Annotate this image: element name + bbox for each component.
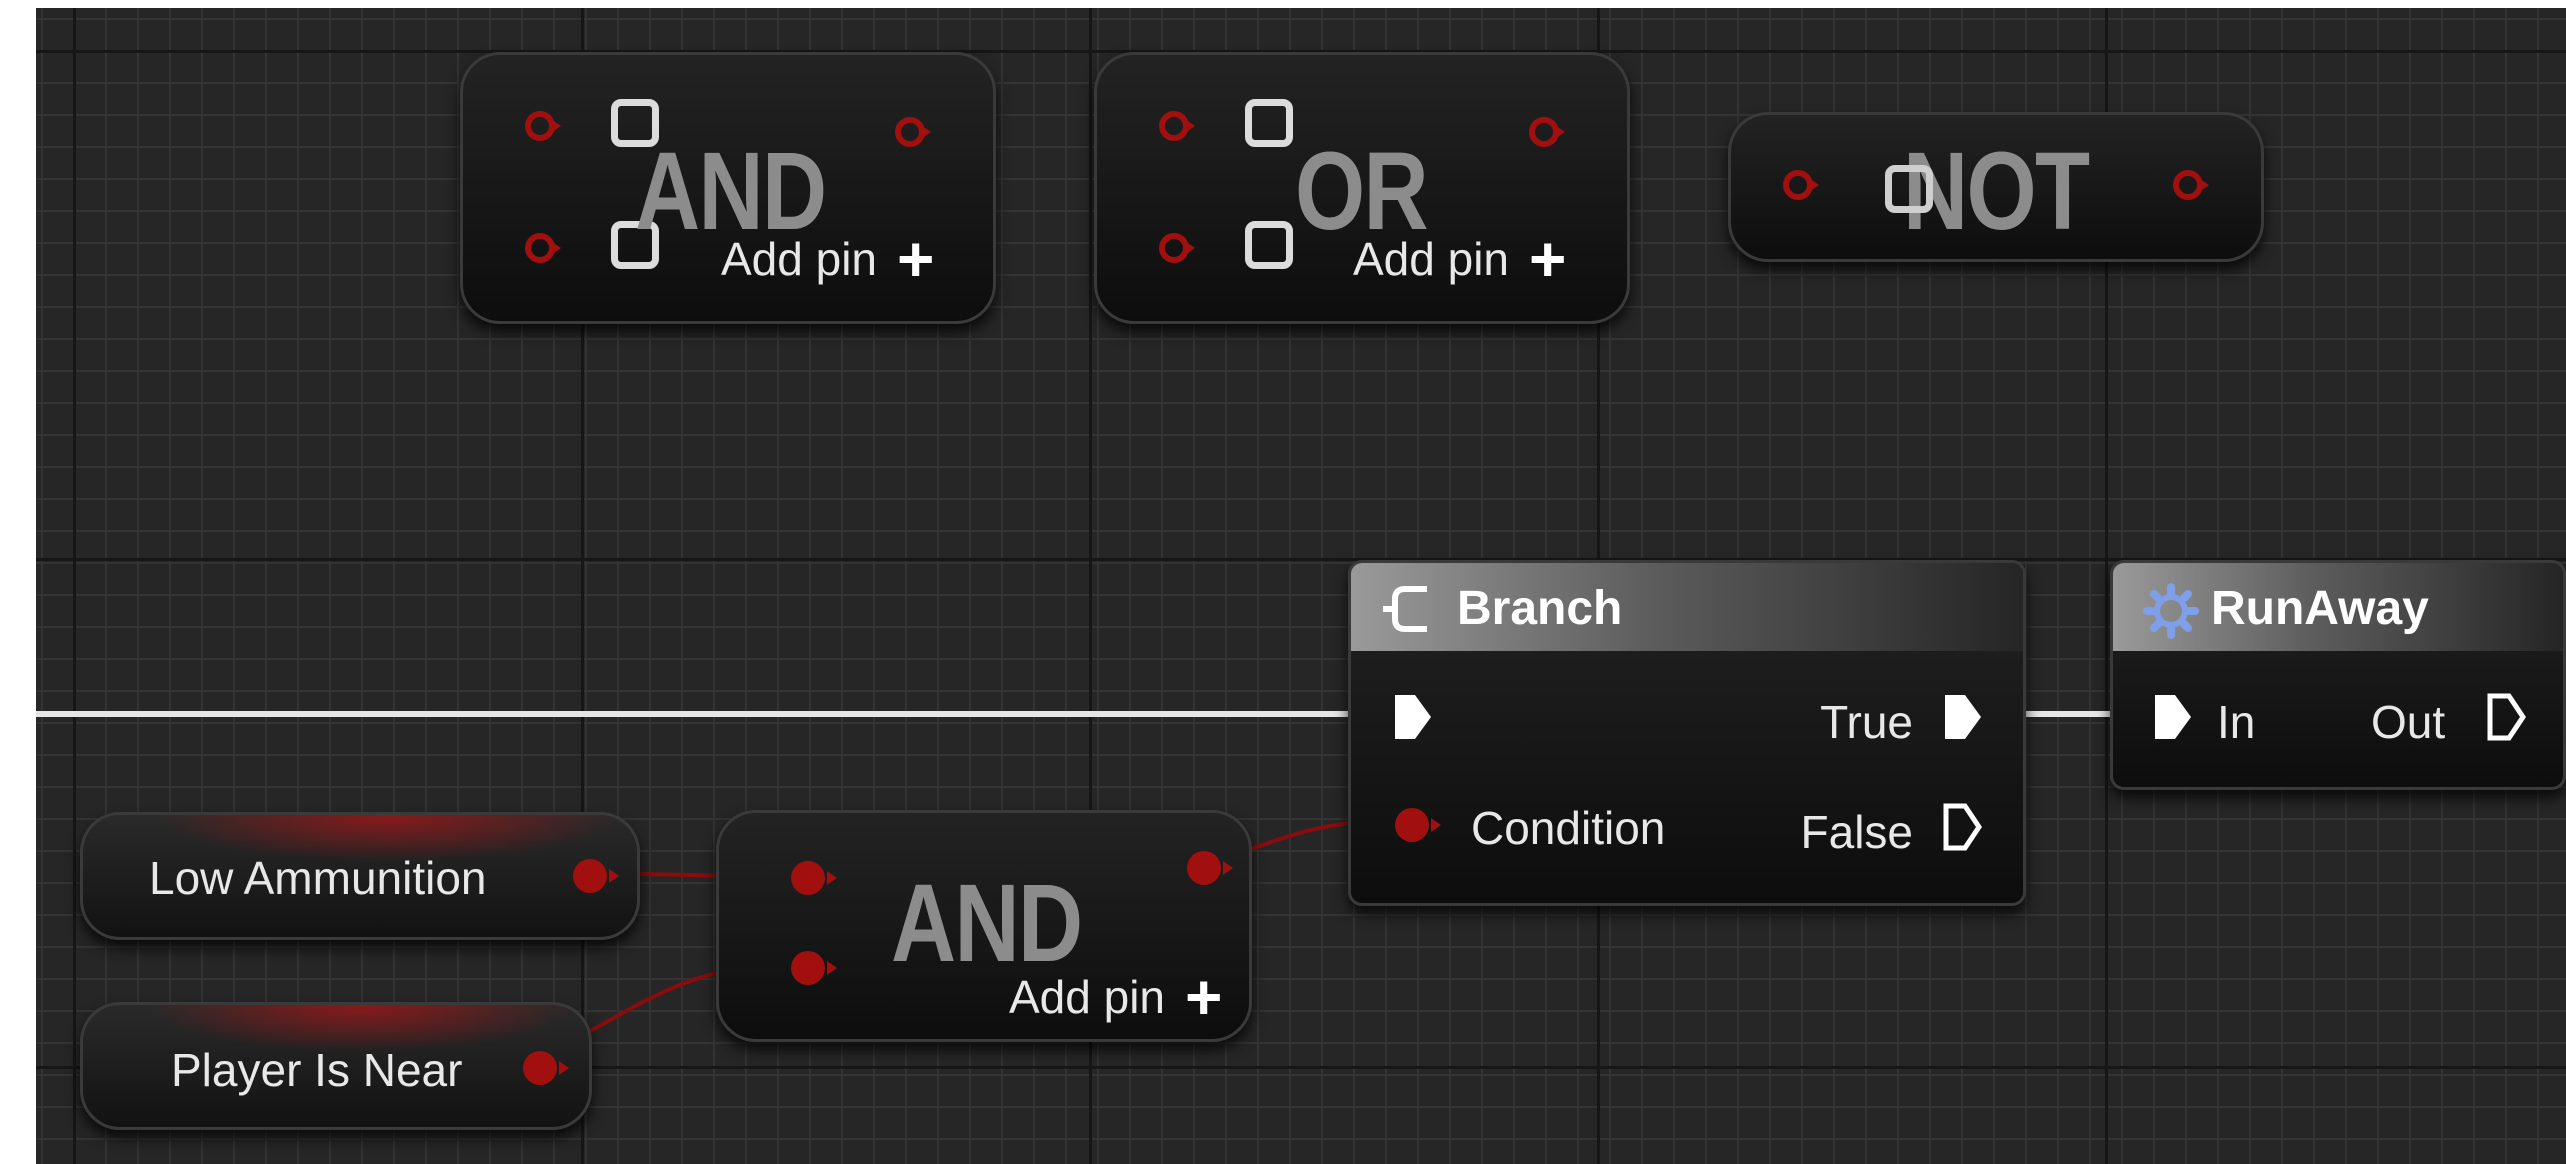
- player-is-near-output-pin[interactable]: [523, 1051, 557, 1085]
- or-top-add-pin-label: Add pin: [1353, 233, 1510, 285]
- branch-false-pin[interactable]: [1943, 803, 1983, 851]
- and-bottom-input-pin-b[interactable]: [791, 951, 825, 985]
- branch-exec-in-pin[interactable]: [1393, 693, 1433, 741]
- or-node-top[interactable]: OR Add pin +: [1094, 52, 1630, 324]
- runaway-in-label: In: [2217, 696, 2256, 748]
- and-node-bottom[interactable]: AND Add pin +: [716, 810, 1252, 1042]
- or-top-pin-a-square-icon: [1245, 99, 1293, 147]
- or-top-add-pin-button[interactable]: Add pin +: [1353, 227, 1566, 291]
- and-bottom-add-pin-button[interactable]: Add pin +: [1009, 965, 1222, 1029]
- blueprint-graph-canvas[interactable]: AND Add pin + OR Add pin + NOT Branch Co…: [36, 8, 2566, 1164]
- and-top-input-pin-b[interactable]: [525, 233, 555, 263]
- and-top-add-pin-label: Add pin: [721, 233, 878, 285]
- branch-title: Branch: [1457, 582, 1623, 635]
- low-ammunition-output-pin[interactable]: [573, 859, 607, 893]
- or-top-input-pin-a[interactable]: [1159, 111, 1189, 141]
- branch-node[interactable]: Branch Condition True False: [1348, 560, 2026, 906]
- low-ammunition-variable-node[interactable]: Low Ammunition: [80, 812, 640, 940]
- and-bottom-label: AND: [891, 862, 1083, 985]
- runaway-exec-out-pin[interactable]: [2487, 693, 2527, 741]
- branch-true-pin[interactable]: [1943, 693, 1983, 741]
- and-top-output-pin[interactable]: [895, 117, 925, 147]
- player-is-near-variable-node[interactable]: Player Is Near: [80, 1002, 592, 1130]
- and-top-input-pin-a[interactable]: [525, 111, 555, 141]
- low-ammunition-label: Low Ammunition: [149, 852, 487, 904]
- or-top-input-pin-b[interactable]: [1159, 233, 1189, 263]
- runaway-title: RunAway: [2211, 582, 2429, 635]
- and-top-add-pin-button[interactable]: Add pin +: [721, 227, 934, 291]
- plus-icon: +: [1529, 223, 1567, 295]
- gear-icon: [2143, 583, 2199, 639]
- not-node-top[interactable]: NOT: [1728, 112, 2264, 262]
- branch-condition-label: Condition: [1471, 802, 1666, 854]
- branch-condition-pin[interactable]: [1395, 808, 1429, 842]
- not-top-pin-square-icon: [1885, 165, 1933, 213]
- or-top-output-pin[interactable]: [1529, 117, 1559, 147]
- player-is-near-label: Player Is Near: [171, 1044, 463, 1096]
- and-bottom-output-pin[interactable]: [1187, 851, 1221, 885]
- and-node-top[interactable]: AND Add pin +: [460, 52, 996, 324]
- runaway-node[interactable]: RunAway In Out: [2110, 560, 2566, 790]
- branch-title-bar: [1351, 563, 2023, 651]
- not-top-input-pin[interactable]: [1783, 170, 1813, 200]
- runaway-exec-in-pin[interactable]: [2153, 693, 2193, 741]
- and-bottom-input-pin-a[interactable]: [791, 861, 825, 895]
- or-top-pin-b-square-icon: [1245, 221, 1293, 269]
- branch-true-label: True: [1820, 696, 1913, 748]
- runaway-out-label: Out: [2371, 696, 2446, 748]
- plus-icon: +: [897, 223, 935, 295]
- plus-icon: +: [1185, 961, 1223, 1033]
- branch-false-label: False: [1800, 806, 1913, 858]
- and-bottom-add-pin-label: Add pin: [1009, 971, 1166, 1023]
- not-top-output-pin[interactable]: [2173, 170, 2203, 200]
- branch-icon: [1383, 586, 1427, 632]
